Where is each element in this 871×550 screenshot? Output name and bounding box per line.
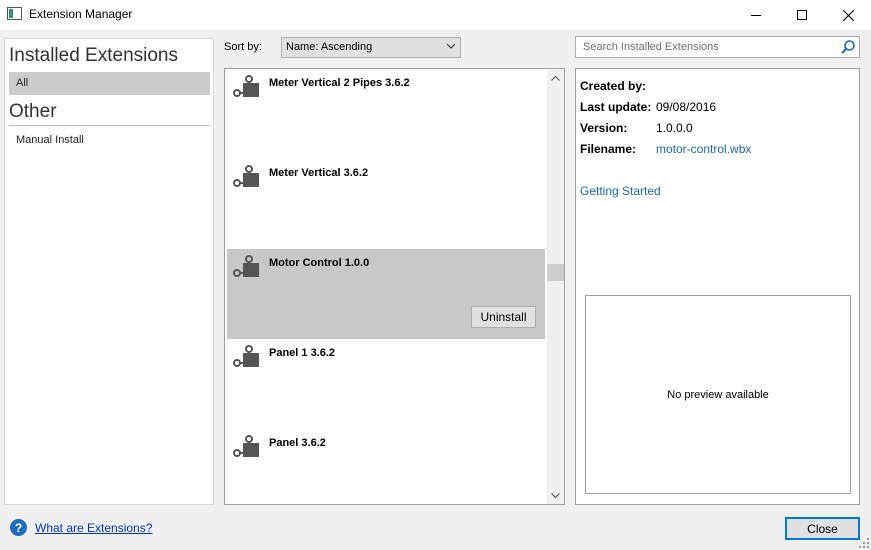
category-panel: Installed Extensions All Other Manual In… [4,38,214,505]
extension-item[interactable]: Panel 3.6.2 [227,429,545,504]
app-icon [7,7,22,20]
last-update-label: Last update: [580,100,652,114]
filename-label: Filename: [580,142,637,156]
chevron-up-icon [551,75,560,81]
maximize-button[interactable] [779,0,825,30]
plugin-icon [233,75,259,97]
plugin-icon [233,435,259,457]
extension-item[interactable]: Meter Vertical 3.6.2 [227,159,545,249]
preview-area: No preview available [585,295,851,494]
filename-link[interactable]: motor-control.wbx [656,142,751,156]
extension-item[interactable]: Meter Vertical 2 Pipes 3.6.2 [227,69,545,159]
extension-name: Meter Vertical 3.6.2 [269,167,369,179]
extension-list: Meter Vertical 2 Pipes 3.6.2 Meter Verti… [224,68,565,505]
title-bar: Extension Manager [0,0,871,30]
preview-text: No preview available [667,388,769,401]
plugin-icon [233,165,259,187]
getting-started-link[interactable]: Getting Started [580,184,661,198]
nav-item-all[interactable]: All [9,72,210,95]
search-input[interactable]: Search Installed Extensions [575,36,860,58]
chevron-down-icon [447,43,455,49]
scroll-down-button[interactable] [547,487,564,504]
help-icon: ? [10,519,27,536]
search-icon[interactable] [840,39,856,55]
sort-label: Sort by: [224,41,262,53]
vertical-scrollbar[interactable] [547,69,564,504]
version-label: Version: [580,121,628,135]
section-divider [9,125,210,126]
sort-dropdown[interactable]: Name: Ascending [281,37,461,58]
minimize-button[interactable] [733,0,779,30]
uninstall-button[interactable]: Uninstall [471,306,536,328]
created-by-label: Created by: [580,79,647,93]
section-title-other: Other [9,101,57,122]
scroll-thumb[interactable] [547,264,564,281]
nav-item-manual-install[interactable]: Manual Install [9,129,210,152]
minimize-icon [751,14,761,16]
chevron-down-icon [551,492,560,498]
details-panel: Created by: Last update: 09/08/2016 Vers… [575,68,860,505]
version-value: 1.0.0.0 [656,121,693,135]
help-link[interactable]: What are Extensions? [35,521,152,535]
last-update-value: 09/08/2016 [656,100,717,114]
plugin-icon [233,255,259,277]
plugin-icon [233,345,259,367]
extension-item-selected[interactable]: Motor Control 1.0.0 Uninstall [227,249,545,339]
extension-name: Motor Control 1.0.0 [269,257,370,269]
extension-name: Meter Vertical 2 Pipes 3.6.2 [269,77,410,89]
window-title: Extension Manager [29,7,133,21]
extension-item[interactable]: Panel 1 3.6.2 [227,339,545,429]
extension-name: Panel 1 3.6.2 [269,347,336,359]
search-placeholder: Search Installed Extensions [583,41,719,53]
section-title-installed: Installed Extensions [9,45,178,66]
extension-name: Panel 3.6.2 [269,437,326,449]
close-window-button[interactable] [825,0,871,30]
maximize-icon [797,10,807,20]
resize-grip-icon[interactable] [859,538,869,548]
sort-value: Name: Ascending [286,41,373,53]
close-icon [842,9,854,21]
close-button[interactable]: Close [785,517,860,540]
scroll-up-button[interactable] [547,69,564,86]
